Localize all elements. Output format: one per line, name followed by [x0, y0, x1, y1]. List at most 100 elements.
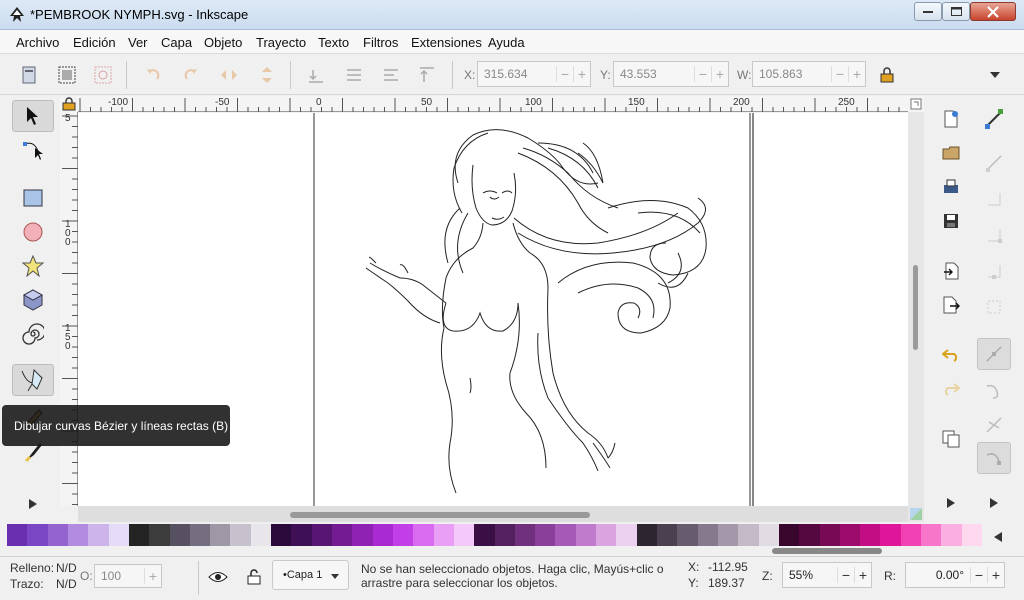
eye-icon[interactable]	[207, 566, 229, 588]
color-swatch[interactable]	[596, 524, 617, 546]
snap-nodes-icon[interactable]	[977, 338, 1011, 370]
horizontal-ruler[interactable]: -100 -50 0 50 100 150 200 250	[78, 96, 908, 112]
ellipse-tool[interactable]	[12, 216, 54, 248]
color-swatch[interactable]	[758, 524, 779, 546]
copy-icon[interactable]	[936, 424, 966, 454]
lower-icon[interactable]	[343, 64, 365, 86]
y-spinbox[interactable]: 43.553 − +	[613, 61, 729, 87]
flip-horizontal-icon[interactable]	[218, 64, 240, 86]
color-swatch[interactable]	[7, 524, 28, 546]
color-swatch[interactable]	[433, 524, 454, 546]
3d-box-tool[interactable]	[12, 284, 54, 316]
y-increment-button[interactable]: +	[711, 66, 728, 82]
select-all-layers-icon[interactable]	[56, 64, 78, 86]
new-document-icon[interactable]	[936, 104, 966, 134]
snap-bbox-edge-icon[interactable]	[979, 184, 1009, 214]
print-icon[interactable]	[936, 172, 966, 202]
color-swatch[interactable]	[717, 524, 739, 546]
lock-icon[interactable]	[876, 64, 898, 86]
color-swatch[interactable]	[128, 524, 150, 546]
color-swatch[interactable]	[616, 524, 637, 546]
color-swatch[interactable]	[250, 524, 272, 546]
color-swatch[interactable]	[352, 524, 373, 546]
color-swatch[interactable]	[921, 524, 942, 546]
color-palette[interactable]	[7, 524, 982, 546]
color-swatch[interactable]	[372, 524, 393, 546]
open-folder-icon[interactable]	[936, 138, 966, 168]
color-swatch[interactable]	[332, 524, 353, 546]
color-swatch[interactable]	[67, 524, 89, 546]
select-all-icon[interactable]	[18, 64, 40, 86]
menu-trayecto[interactable]: Trayecto	[256, 35, 306, 50]
snap-smooth-nodes-icon[interactable]	[977, 442, 1011, 474]
color-swatch[interactable]	[88, 524, 109, 546]
chevron-right-icon[interactable]	[18, 488, 48, 520]
drawing-canvas[interactable]	[78, 113, 908, 506]
snap-toggle-icon[interactable]	[979, 104, 1009, 134]
fill-indicator[interactable]: N/D	[56, 561, 77, 575]
color-swatch[interactable]	[839, 524, 861, 546]
color-swatch[interactable]	[108, 524, 129, 546]
snap-bbox-corner-icon[interactable]	[979, 220, 1009, 250]
menu-ver[interactable]: Ver	[128, 35, 148, 50]
close-button[interactable]	[970, 2, 1016, 21]
nymph-line-art[interactable]	[78, 113, 908, 506]
color-swatch[interactable]	[47, 524, 68, 546]
rotation-value[interactable]: 0.00°	[906, 568, 970, 582]
snap-bbox-midpoint-icon[interactable]	[979, 256, 1009, 286]
zoom-fit-icon[interactable]	[910, 98, 922, 110]
x-decrement-button[interactable]: −	[556, 66, 573, 82]
spiral-tool[interactable]	[12, 318, 54, 350]
redo-icon[interactable]	[936, 374, 966, 404]
w-decrement-button[interactable]: −	[831, 66, 848, 82]
color-swatch[interactable]	[210, 524, 231, 546]
snap-bbox-icon[interactable]	[979, 148, 1009, 178]
node-tool[interactable]	[12, 134, 54, 166]
star-tool[interactable]	[12, 250, 54, 282]
color-swatch[interactable]	[271, 524, 292, 546]
color-swatch[interactable]	[413, 524, 434, 546]
maximize-button[interactable]	[942, 2, 970, 21]
palette-menu-icon[interactable]	[988, 528, 1008, 546]
horizontal-scroll-thumb[interactable]	[290, 512, 590, 518]
menu-capa[interactable]: Capa	[161, 35, 192, 50]
x-value[interactable]: 315.634	[478, 67, 556, 81]
layer-selector[interactable]: •Capa 1	[272, 560, 349, 590]
export-icon[interactable]	[936, 290, 966, 320]
bezier-pen-tool[interactable]	[12, 364, 54, 396]
color-swatch[interactable]	[514, 524, 536, 546]
snap-bbox-center-icon[interactable]	[979, 292, 1009, 322]
raise-icon[interactable]	[380, 64, 402, 86]
menu-filtros[interactable]: Filtros	[363, 35, 398, 50]
color-swatch[interactable]	[27, 524, 48, 546]
color-swatch[interactable]	[575, 524, 597, 546]
snap-paths-icon[interactable]	[979, 376, 1009, 406]
opacity-value[interactable]: 100	[95, 569, 144, 583]
rectangle-tool[interactable]	[12, 182, 54, 214]
w-increment-button[interactable]: +	[848, 66, 865, 82]
color-swatch[interactable]	[189, 524, 211, 546]
undo-icon[interactable]	[936, 340, 966, 370]
import-icon[interactable]	[936, 256, 966, 286]
snap-intersections-icon[interactable]	[979, 410, 1009, 440]
rotation-decrement-button[interactable]: −	[970, 567, 987, 583]
x-spinbox[interactable]: 315.634 − +	[477, 61, 591, 87]
color-swatch[interactable]	[697, 524, 718, 546]
color-swatch[interactable]	[657, 524, 678, 546]
color-swatch[interactable]	[880, 524, 901, 546]
flip-vertical-icon[interactable]	[256, 64, 278, 86]
color-swatch[interactable]	[799, 524, 820, 546]
lock-icon[interactable]	[62, 97, 76, 111]
menu-objeto[interactable]: Objeto	[204, 35, 242, 50]
color-swatch[interactable]	[941, 524, 962, 546]
opacity-increment-button[interactable]: +	[144, 568, 161, 584]
menu-texto[interactable]: Texto	[318, 35, 349, 50]
color-swatch[interactable]	[961, 524, 982, 546]
color-swatch[interactable]	[494, 524, 515, 546]
lower-to-bottom-icon[interactable]	[305, 64, 327, 86]
vertical-ruler[interactable]: 5 1 0 0 1 5 0	[60, 112, 78, 506]
deselect-icon[interactable]	[92, 64, 114, 86]
color-swatch[interactable]	[291, 524, 312, 546]
color-swatch[interactable]	[169, 524, 190, 546]
y-value[interactable]: 43.553	[614, 67, 694, 81]
